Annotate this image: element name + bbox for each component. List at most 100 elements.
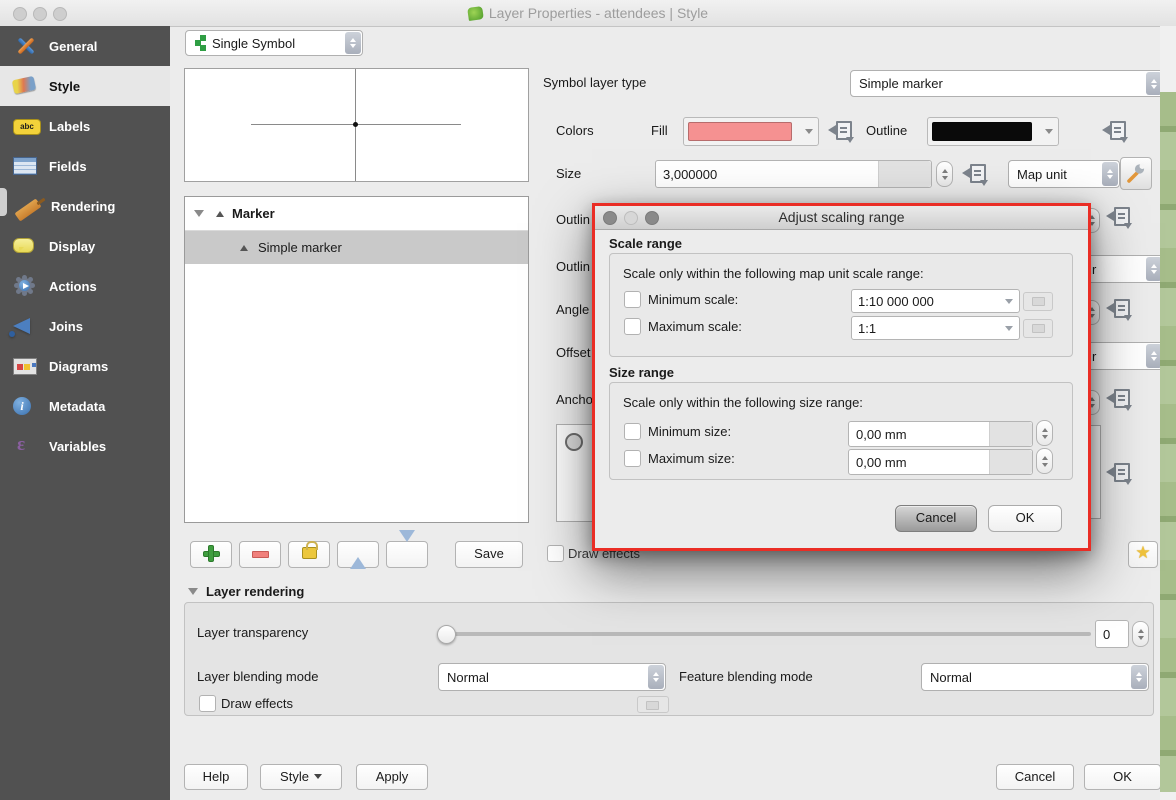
maximum-size-stepper[interactable]: [1036, 448, 1053, 474]
sidebar-item-actions[interactable]: Actions: [0, 266, 170, 306]
minimum-size-stepper[interactable]: [1036, 420, 1053, 446]
favorites-star-button[interactable]: ★: [1128, 541, 1158, 568]
info-icon: [13, 394, 39, 418]
outline-color-picker[interactable]: [927, 117, 1059, 146]
offset-label: Offset: [556, 345, 590, 360]
maximum-scale-combo[interactable]: 1:1: [851, 316, 1020, 340]
size-range-header: Size range: [609, 365, 674, 380]
save-symbol-button[interactable]: Save: [455, 541, 523, 568]
draw-effects-checkbox[interactable]: [547, 545, 564, 562]
chevron-updown-icon: [345, 32, 361, 54]
transparency-slider-handle[interactable]: [437, 625, 456, 644]
up-triangle-icon: [350, 542, 366, 569]
sidebar-item-diagrams[interactable]: Diagrams: [0, 346, 170, 386]
layer-rendering-header: Layer rendering: [206, 584, 304, 599]
tree-row-simple-marker[interactable]: Simple marker: [185, 231, 528, 264]
sidebar-item-style[interactable]: Style: [0, 66, 170, 106]
style-menu-button[interactable]: Style: [260, 764, 342, 790]
minimum-scale-combo[interactable]: 1:10 000 000: [851, 289, 1020, 313]
fill-color-picker[interactable]: [683, 117, 819, 146]
data-defined-override-button[interactable]: [1102, 120, 1129, 144]
minimum-size-slider-zone[interactable]: [989, 422, 1032, 446]
adjust-scaling-range-button[interactable]: [1120, 157, 1152, 190]
add-symbol-layer-button[interactable]: [190, 541, 232, 568]
qgis-logo-icon: [467, 6, 484, 21]
marker-glyph-icon: [240, 245, 248, 251]
minimum-size-input[interactable]: 0,00 mm: [848, 421, 1033, 447]
move-down-button[interactable]: [386, 541, 428, 568]
outline-width-label-clipped: Outlin: [556, 259, 590, 274]
layer-blending-label: Layer blending mode: [197, 669, 318, 684]
apply-button[interactable]: Apply: [356, 764, 428, 790]
dialog-ok-button[interactable]: OK: [988, 505, 1062, 532]
sidebar-item-joins[interactable]: Joins: [0, 306, 170, 346]
star-icon: ★: [1135, 543, 1150, 562]
maximum-size-slider-zone[interactable]: [989, 450, 1032, 474]
data-defined-override-button[interactable]: [1106, 298, 1133, 322]
maximum-size-input[interactable]: 0,00 mm: [848, 449, 1033, 475]
minimum-size-label: Minimum size:: [648, 424, 731, 439]
maximum-scale-checkbox[interactable]: [624, 318, 641, 335]
transparency-slider-track[interactable]: [443, 632, 1091, 636]
sidebar-item-variables[interactable]: Variables: [0, 426, 170, 466]
chevron-updown-icon: [648, 665, 664, 689]
size-stepper[interactable]: [936, 161, 953, 187]
offset-unit-select-clipped[interactable]: r: [1086, 342, 1164, 370]
scale-range-description: Scale only within the following map unit…: [623, 266, 924, 281]
symbol-preview: [184, 68, 529, 182]
draw-effects-checkbox[interactable]: [199, 695, 216, 712]
draw-effects-label: Draw effects: [221, 696, 293, 711]
remove-symbol-layer-button[interactable]: [239, 541, 281, 568]
data-defined-override-button[interactable]: [1106, 206, 1133, 230]
maximum-size-label: Maximum size:: [648, 451, 735, 466]
tree-row-marker[interactable]: Marker: [185, 197, 528, 231]
symbol-layer-tree: Marker Simple marker: [184, 196, 529, 523]
angle-label: Angle: [556, 302, 589, 317]
lock-layer-button[interactable]: [288, 541, 330, 568]
sidebar-item-display[interactable]: Display: [0, 226, 170, 266]
move-up-button[interactable]: [337, 541, 379, 568]
layer-rendering-panel: Layer transparency 0 Layer blending mode…: [184, 602, 1154, 716]
sidebar-item-metadata[interactable]: Metadata: [0, 386, 170, 426]
chevron-down-icon: [1045, 129, 1053, 134]
transparency-stepper[interactable]: [1132, 621, 1149, 647]
layer-blending-select[interactable]: Normal: [438, 663, 666, 691]
colors-label: Colors: [556, 123, 594, 138]
data-defined-override-button[interactable]: [1106, 388, 1133, 412]
tools-icon: [13, 34, 39, 58]
dialog-title: Adjust scaling range: [595, 206, 1088, 229]
feature-blending-select[interactable]: Normal: [921, 663, 1149, 691]
size-label: Size: [556, 166, 581, 181]
data-defined-override-button[interactable]: [1106, 462, 1133, 486]
expand-triangle-icon[interactable]: [194, 210, 204, 217]
outline-width-unit-select-clipped[interactable]: r: [1086, 255, 1164, 283]
minimum-size-checkbox[interactable]: [624, 423, 641, 440]
symbol-layer-type-select[interactable]: Simple marker: [850, 70, 1164, 97]
window-titlebar: Layer Properties - attendees | Style: [0, 0, 1176, 27]
map-canvas-fragment: [1160, 92, 1176, 792]
cancel-button[interactable]: Cancel: [996, 764, 1074, 790]
size-input[interactable]: 3,000000: [655, 160, 932, 188]
minus-icon: [252, 551, 269, 558]
renderer-select[interactable]: Single Symbol: [185, 30, 363, 56]
data-defined-override-button[interactable]: [962, 163, 989, 187]
sidebar-item-fields[interactable]: Fields: [0, 146, 170, 186]
minimum-scale-checkbox[interactable]: [624, 291, 641, 308]
size-slider-zone[interactable]: [878, 161, 931, 187]
adjust-scaling-range-dialog: Adjust scaling range Scale range Scale o…: [592, 203, 1091, 551]
collapse-triangle-icon[interactable]: [188, 588, 198, 595]
dialog-cancel-button[interactable]: Cancel: [895, 505, 977, 532]
size-unit-select[interactable]: Map unit: [1008, 160, 1120, 188]
transparency-value-input[interactable]: 0: [1095, 620, 1129, 648]
dialog-titlebar[interactable]: Adjust scaling range: [595, 206, 1088, 230]
open-lock-icon: [302, 547, 317, 559]
maximum-size-checkbox[interactable]: [624, 450, 641, 467]
sidebar-item-general[interactable]: General: [0, 26, 170, 66]
ok-button[interactable]: OK: [1084, 764, 1161, 790]
data-defined-override-button[interactable]: [828, 120, 855, 144]
anchor-shape-list[interactable]: [556, 424, 596, 522]
sidebar-item-labels[interactable]: Labels: [0, 106, 170, 146]
help-button[interactable]: Help: [184, 764, 248, 790]
anchor-label-clipped: Ancho: [556, 392, 593, 407]
sidebar-item-rendering[interactable]: Rendering: [0, 186, 170, 226]
